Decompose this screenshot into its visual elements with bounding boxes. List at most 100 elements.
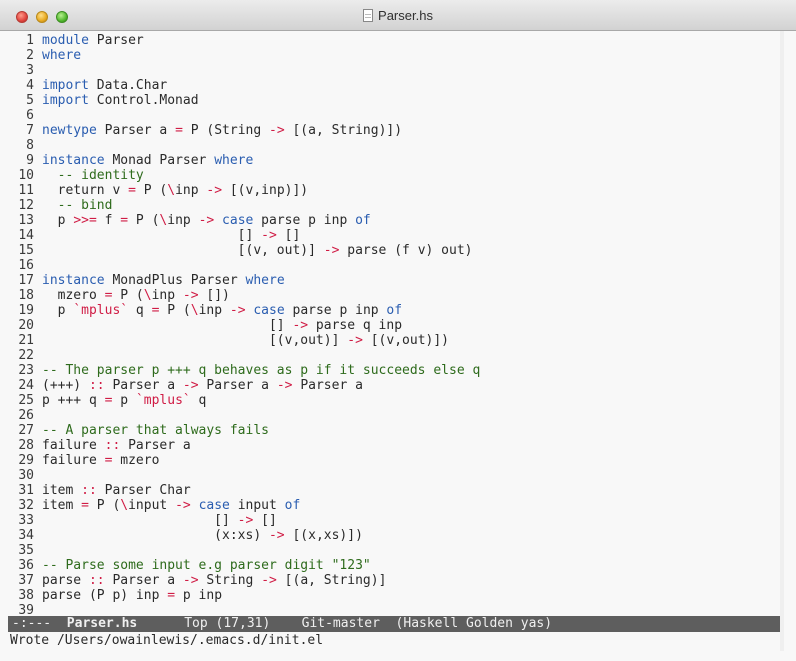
code-line[interactable]: 30 [8, 468, 42, 483]
code-token: -> [323, 243, 340, 258]
code-token: [(v,inp)]) [222, 183, 309, 198]
code-token: of [284, 498, 301, 513]
code-token: where [214, 153, 254, 168]
code-line[interactable]: 17 instance MonadPlus Parser where [8, 273, 284, 288]
line-number: 1 [26, 33, 34, 48]
window-title: Parser.hs [378, 8, 433, 23]
code-line[interactable]: 31 item :: Parser Char [8, 483, 190, 498]
line-number: 38 [18, 588, 34, 603]
code-line[interactable]: 24 (+++) :: Parser a -> Parser a -> Parse… [8, 378, 363, 393]
code-line[interactable]: 15 [(v, out)] -> parse (f v) out) [8, 243, 472, 258]
line-number: 16 [18, 258, 34, 273]
code-line[interactable]: 10 -- identity [8, 168, 144, 183]
line-number: 3 [26, 63, 34, 78]
title-bar[interactable]: Parser.hs [0, 0, 796, 31]
emacs-window: Parser.hs 1 module Parser 2 where 3 4 import D… [0, 0, 796, 661]
code-token: :: [88, 573, 105, 588]
code-line[interactable]: 3 [8, 63, 42, 78]
code-line[interactable]: 27 -- A parser that always fails [8, 423, 269, 438]
code-token: Parser a [198, 378, 277, 393]
code-line[interactable]: 32 item = P (\input -> case input of [8, 498, 300, 513]
line-number: 27 [18, 423, 34, 438]
code-token: mzero [42, 288, 105, 303]
code-token: \ [167, 183, 176, 198]
code-line[interactable]: 37 parse :: Parser a -> String -> [(a, St… [8, 573, 386, 588]
code-line[interactable]: 14 [] -> [] [8, 228, 300, 243]
code-line[interactable]: 28 failure :: Parser a [8, 438, 190, 453]
code-token: q [128, 303, 152, 318]
line-number: 33 [18, 513, 34, 528]
code-token: failure [42, 438, 105, 453]
code-line[interactable]: 21 [(v,out)] -> [(v,out)]) [8, 333, 449, 348]
code-token: = [120, 213, 129, 228]
code-token: where [42, 48, 82, 63]
code-token: -- The parser p +++ q behaves as p if it… [42, 363, 481, 378]
code-token: import [42, 93, 89, 108]
code-line[interactable]: 18 mzero = P (\inp -> []) [8, 288, 230, 303]
code-token: input [229, 498, 285, 513]
code-token: -- identity [42, 168, 144, 183]
code-line[interactable]: 7 newtype Parser a = P (String -> [(a, St… [8, 123, 402, 138]
code-token: case [253, 303, 285, 318]
line-number: 34 [18, 528, 34, 543]
line-number: 24 [18, 378, 34, 393]
code-token: -> [268, 528, 285, 543]
code-token: instance [42, 273, 105, 288]
code-token: = [175, 123, 183, 138]
code-token: Data.Char [88, 78, 168, 93]
code-token: parse p inp [253, 213, 356, 228]
document-icon [363, 9, 374, 22]
line-number: 20 [18, 318, 34, 333]
code-line[interactable]: 16 [8, 258, 42, 273]
code-line[interactable]: 6 [8, 108, 42, 123]
code-token: [(a, String)]) [284, 123, 403, 138]
code-line[interactable]: 38 parse (P p) inp = p inp [8, 588, 222, 603]
code-token: >>= [73, 213, 97, 228]
code-token: \ [120, 498, 129, 513]
line-number: 32 [18, 498, 34, 513]
code-editor[interactable]: 1 module Parser 2 where 3 4 import Data.Char 5 i… [8, 31, 786, 618]
code-token: Parser a [96, 123, 176, 138]
code-token: \ [190, 303, 199, 318]
code-line[interactable]: 36 -- Parse some input e.g parser digit "… [8, 558, 370, 573]
code-token: = [167, 588, 176, 603]
code-token: String [198, 573, 262, 588]
code-token: -> [175, 498, 191, 513]
code-token: [] [42, 318, 293, 333]
code-line[interactable]: 29 failure = mzero [8, 453, 159, 468]
code-token: -> [229, 303, 246, 318]
echo-area: Wrote /Users/owainlewis/.emacs.d/init.el [10, 633, 324, 648]
code-line[interactable]: 12 -- bind [8, 198, 112, 213]
code-line[interactable]: 1 module Parser [8, 33, 144, 48]
code-token: Control.Monad [88, 93, 199, 108]
line-number: 31 [18, 483, 34, 498]
code-line[interactable]: 19 p `mplus` q = P (\inp -> case parse p… [8, 303, 402, 318]
code-line[interactable]: 35 [8, 543, 42, 558]
code-token: \ [143, 288, 152, 303]
code-line[interactable]: 22 [8, 348, 42, 363]
line-number: 30 [18, 468, 34, 483]
code-line[interactable]: 20 [] -> parse q inp [8, 318, 402, 333]
code-line[interactable]: 2 where [8, 48, 81, 63]
code-token: module [42, 33, 89, 48]
code-line[interactable]: 33 [] -> [] [8, 513, 276, 528]
code-token: newtype [42, 123, 97, 138]
code-line[interactable]: 4 import Data.Char [8, 78, 167, 93]
code-line[interactable]: 11 return v = P (\inp -> [(v,inp)]) [8, 183, 308, 198]
code-line[interactable]: 25 p +++ q = p `mplus` q [8, 393, 206, 408]
code-token: import [42, 78, 89, 93]
code-line[interactable]: 5 import Control.Monad [8, 93, 199, 108]
code-line[interactable]: 13 p >>= f = P (\inp -> case parse p inp… [8, 213, 370, 228]
code-line[interactable]: 8 [8, 138, 42, 153]
code-line[interactable]: 34 (x:xs) -> [(x,xs)]) [8, 528, 363, 543]
code-token: -> [182, 288, 199, 303]
code-token: -> [182, 378, 199, 393]
modeline-position: Top (17,31) [137, 616, 302, 631]
code-line[interactable]: 23 -- The parser p +++ q behaves as p if … [8, 363, 480, 378]
code-line[interactable]: 9 instance Monad Parser where [8, 153, 253, 168]
line-number: 6 [26, 108, 34, 123]
code-line[interactable]: 26 [8, 408, 42, 423]
code-token: P ( [128, 213, 160, 228]
code-token: failure [42, 453, 105, 468]
line-number: 5 [26, 93, 34, 108]
